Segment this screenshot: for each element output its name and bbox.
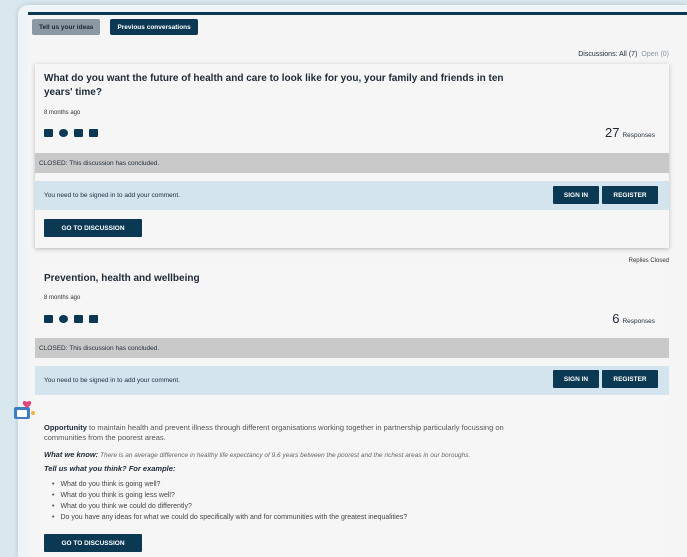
discussion-filter: Discussions: All (7) Open (0) (578, 51, 669, 58)
list-item: What do you think is going less well? (52, 490, 407, 501)
opportunity-line1: to maintain health and prevent illness t… (86, 423, 504, 432)
list-item: What do you think is going well? (52, 479, 407, 490)
responses-count: 27 Responses (605, 125, 655, 140)
opportunity-text: Opportunity to maintain health and preve… (44, 423, 644, 443)
go-to-discussion-button[interactable]: GO TO DISCUSSION (44, 219, 142, 237)
linkedin-icon[interactable] (74, 129, 83, 137)
opportunity-label: Opportunity (44, 423, 87, 432)
twitter-icon[interactable] (59, 315, 68, 323)
discussion-title-line: years' time? (44, 87, 102, 98)
discussion-date: 8 months ago (44, 295, 81, 301)
email-icon[interactable] (89, 315, 98, 323)
filter-all[interactable]: Discussions: All (7) (578, 51, 637, 58)
what-we-know-label: What we know: (44, 450, 99, 459)
list-item: What do you think we could do differentl… (52, 501, 407, 512)
list-item: Do you have any ideas for what we could … (52, 512, 407, 523)
responses-label: Responses (622, 132, 655, 139)
linkedin-icon[interactable] (74, 315, 83, 323)
share-icons (44, 129, 98, 137)
signin-message: You need to be signed in to add your com… (44, 377, 180, 384)
filter-open[interactable]: Open (0) (641, 51, 669, 58)
responses-count: 6 Responses (612, 311, 655, 326)
discussion-title-line: What do you want the future of health an… (44, 73, 504, 84)
opportunity-icon (14, 400, 35, 419)
opportunity-line2: communities from the poorest areas. (44, 433, 166, 442)
tab-previous-conversations[interactable]: Previous conversations (110, 19, 198, 35)
sign-in-button[interactable]: SIGN IN (553, 186, 599, 204)
tab-tell-us-your-ideas[interactable]: Tell us your ideas (32, 19, 101, 35)
discussion-title[interactable]: What do you want the future of health an… (44, 72, 504, 100)
discussion-date: 8 months ago (44, 110, 81, 116)
register-button[interactable]: REGISTER (602, 186, 658, 204)
go-to-discussion-button[interactable]: GO TO DISCUSSION (44, 534, 142, 552)
tab-bar: Tell us your ideas Previous conversation… (32, 19, 198, 35)
tell-us-heading: Tell us what you think? For example: (44, 464, 176, 473)
discussion-card: What do you want the future of health an… (35, 64, 669, 248)
share-icons (44, 315, 98, 323)
discussion-title[interactable]: Prevention, health and wellbeing (44, 272, 200, 286)
question-list: What do you think is going well? What do… (52, 479, 407, 523)
what-we-know-text: There is an average difference in health… (98, 452, 471, 459)
replies-closed-label: Replies Closed (628, 258, 669, 264)
responses-number: 27 (605, 125, 620, 140)
responses-number: 6 (612, 311, 620, 326)
closed-notice: CLOSED: This discussion has concluded. (35, 153, 669, 173)
responses-label: Responses (622, 318, 655, 325)
what-we-know: What we know: There is an average differ… (44, 450, 470, 459)
facebook-icon[interactable] (44, 129, 53, 137)
email-icon[interactable] (89, 129, 98, 137)
closed-notice: CLOSED: This discussion has concluded. (35, 338, 669, 358)
facebook-icon[interactable] (44, 315, 53, 323)
signin-message: You need to be signed in to add your com… (44, 192, 180, 199)
sign-in-button[interactable]: SIGN IN (553, 370, 599, 388)
register-button[interactable]: REGISTER (602, 370, 658, 388)
twitter-icon[interactable] (59, 129, 68, 137)
